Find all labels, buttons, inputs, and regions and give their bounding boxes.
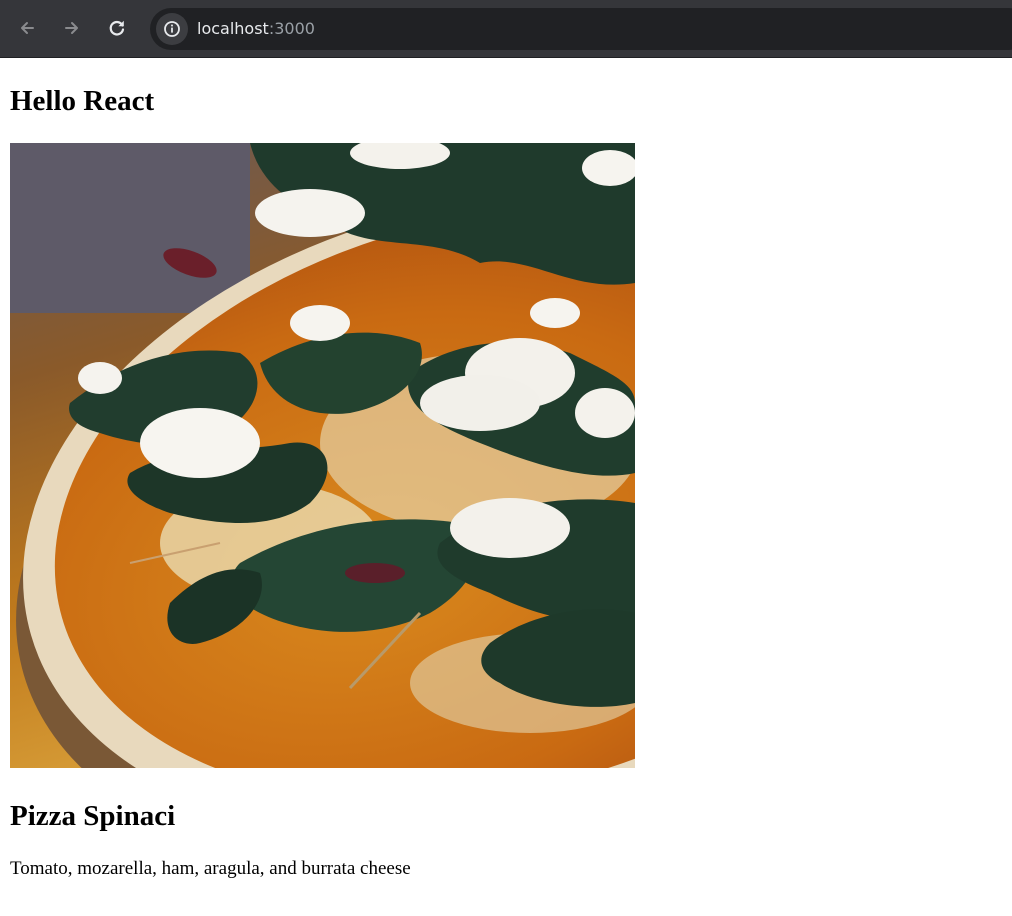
reload-button[interactable] — [103, 14, 131, 42]
address-bar[interactable]: localhost:3000 — [150, 8, 1012, 50]
pizza-name: Pizza Spinaci — [10, 800, 176, 832]
forward-button[interactable] — [58, 14, 86, 42]
info-circle-icon — [164, 21, 180, 37]
arrow-left-icon — [21, 22, 34, 34]
url-host: localhost — [197, 19, 269, 38]
reload-icon — [109, 20, 125, 36]
page-heading: Hello React — [10, 85, 155, 117]
browser-toolbar: localhost:3000 — [0, 0, 1012, 58]
url-text[interactable]: localhost:3000 — [197, 19, 315, 39]
pizza-ingredients: Tomato, mozarella, ham, aragula, and bur… — [10, 858, 411, 879]
site-info-button[interactable] — [156, 13, 188, 45]
back-button[interactable] — [13, 14, 41, 42]
arrow-right-icon — [65, 22, 78, 34]
pizza-image — [10, 143, 635, 768]
url-port: :3000 — [268, 19, 315, 38]
page-content: Hello React Pizza Spinaci Tomato, mozare… — [0, 58, 1012, 916]
